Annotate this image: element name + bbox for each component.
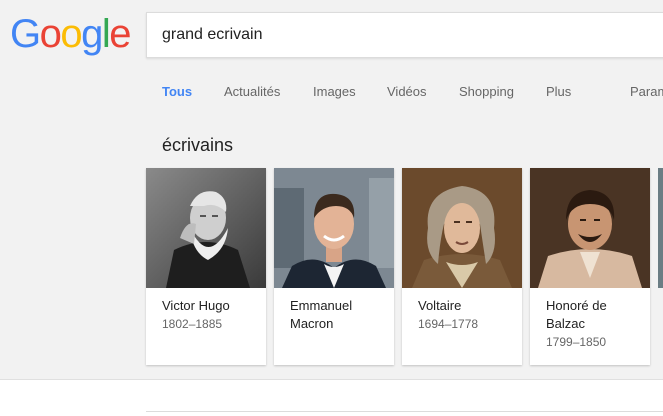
tab-tous[interactable]: Tous — [162, 84, 192, 99]
results-area — [0, 380, 663, 416]
tab-images[interactable]: Images — [313, 84, 356, 99]
card-name: Victor Hugo — [162, 298, 230, 313]
carousel-title[interactable]: écrivains — [162, 135, 233, 156]
card-name: Voltaire — [418, 298, 462, 313]
logo-letter: o — [60, 12, 82, 56]
card-dates: 1694–1778 — [418, 317, 479, 331]
tab-actualites[interactable]: Actualités — [224, 84, 280, 99]
logo-letter: o — [39, 12, 62, 56]
carousel-card-voltaire[interactable]: Voltaire 1694–1778 — [402, 168, 522, 365]
carousel-card-victor-hugo[interactable]: Victor Hugo 1802–1885 — [146, 168, 266, 365]
logo-letter: e — [109, 12, 131, 56]
search-tabs: Tous Actualités Images Vidéos Shopping P… — [0, 84, 663, 104]
google-logo[interactable]: Google — [10, 12, 131, 56]
search-input[interactable] — [162, 13, 642, 57]
tab-videos[interactable]: Vidéos — [387, 84, 427, 99]
carousel-card-honore-de-balzac[interactable]: Honoré de Balzac 1799–1850 — [530, 168, 650, 365]
logo-letter: l — [101, 12, 111, 56]
carousel-card-emmanuel-macron[interactable]: Emmanuel Macron — [274, 168, 394, 365]
tab-shopping[interactable]: Shopping — [459, 84, 514, 99]
card-dates: 1799–1850 — [546, 335, 607, 349]
next-card-edge[interactable] — [658, 168, 663, 288]
tab-plus[interactable]: Plus — [546, 84, 571, 99]
search-box[interactable] — [146, 12, 663, 58]
card-name: Honoré de Balzac — [546, 298, 607, 331]
next-result-edge — [146, 411, 663, 416]
logo-letter: g — [81, 12, 103, 56]
tab-parametres[interactable]: Param — [630, 84, 663, 99]
voltaire-portrait — [402, 168, 522, 288]
card-name: Emmanuel Macron — [290, 298, 353, 331]
card-dates: 1802–1885 — [162, 317, 223, 331]
logo-letter: G — [10, 12, 41, 56]
victor-hugo-portrait — [146, 168, 266, 288]
emmanuel-macron-portrait — [274, 168, 394, 288]
honore-de-balzac-portrait — [530, 168, 650, 288]
